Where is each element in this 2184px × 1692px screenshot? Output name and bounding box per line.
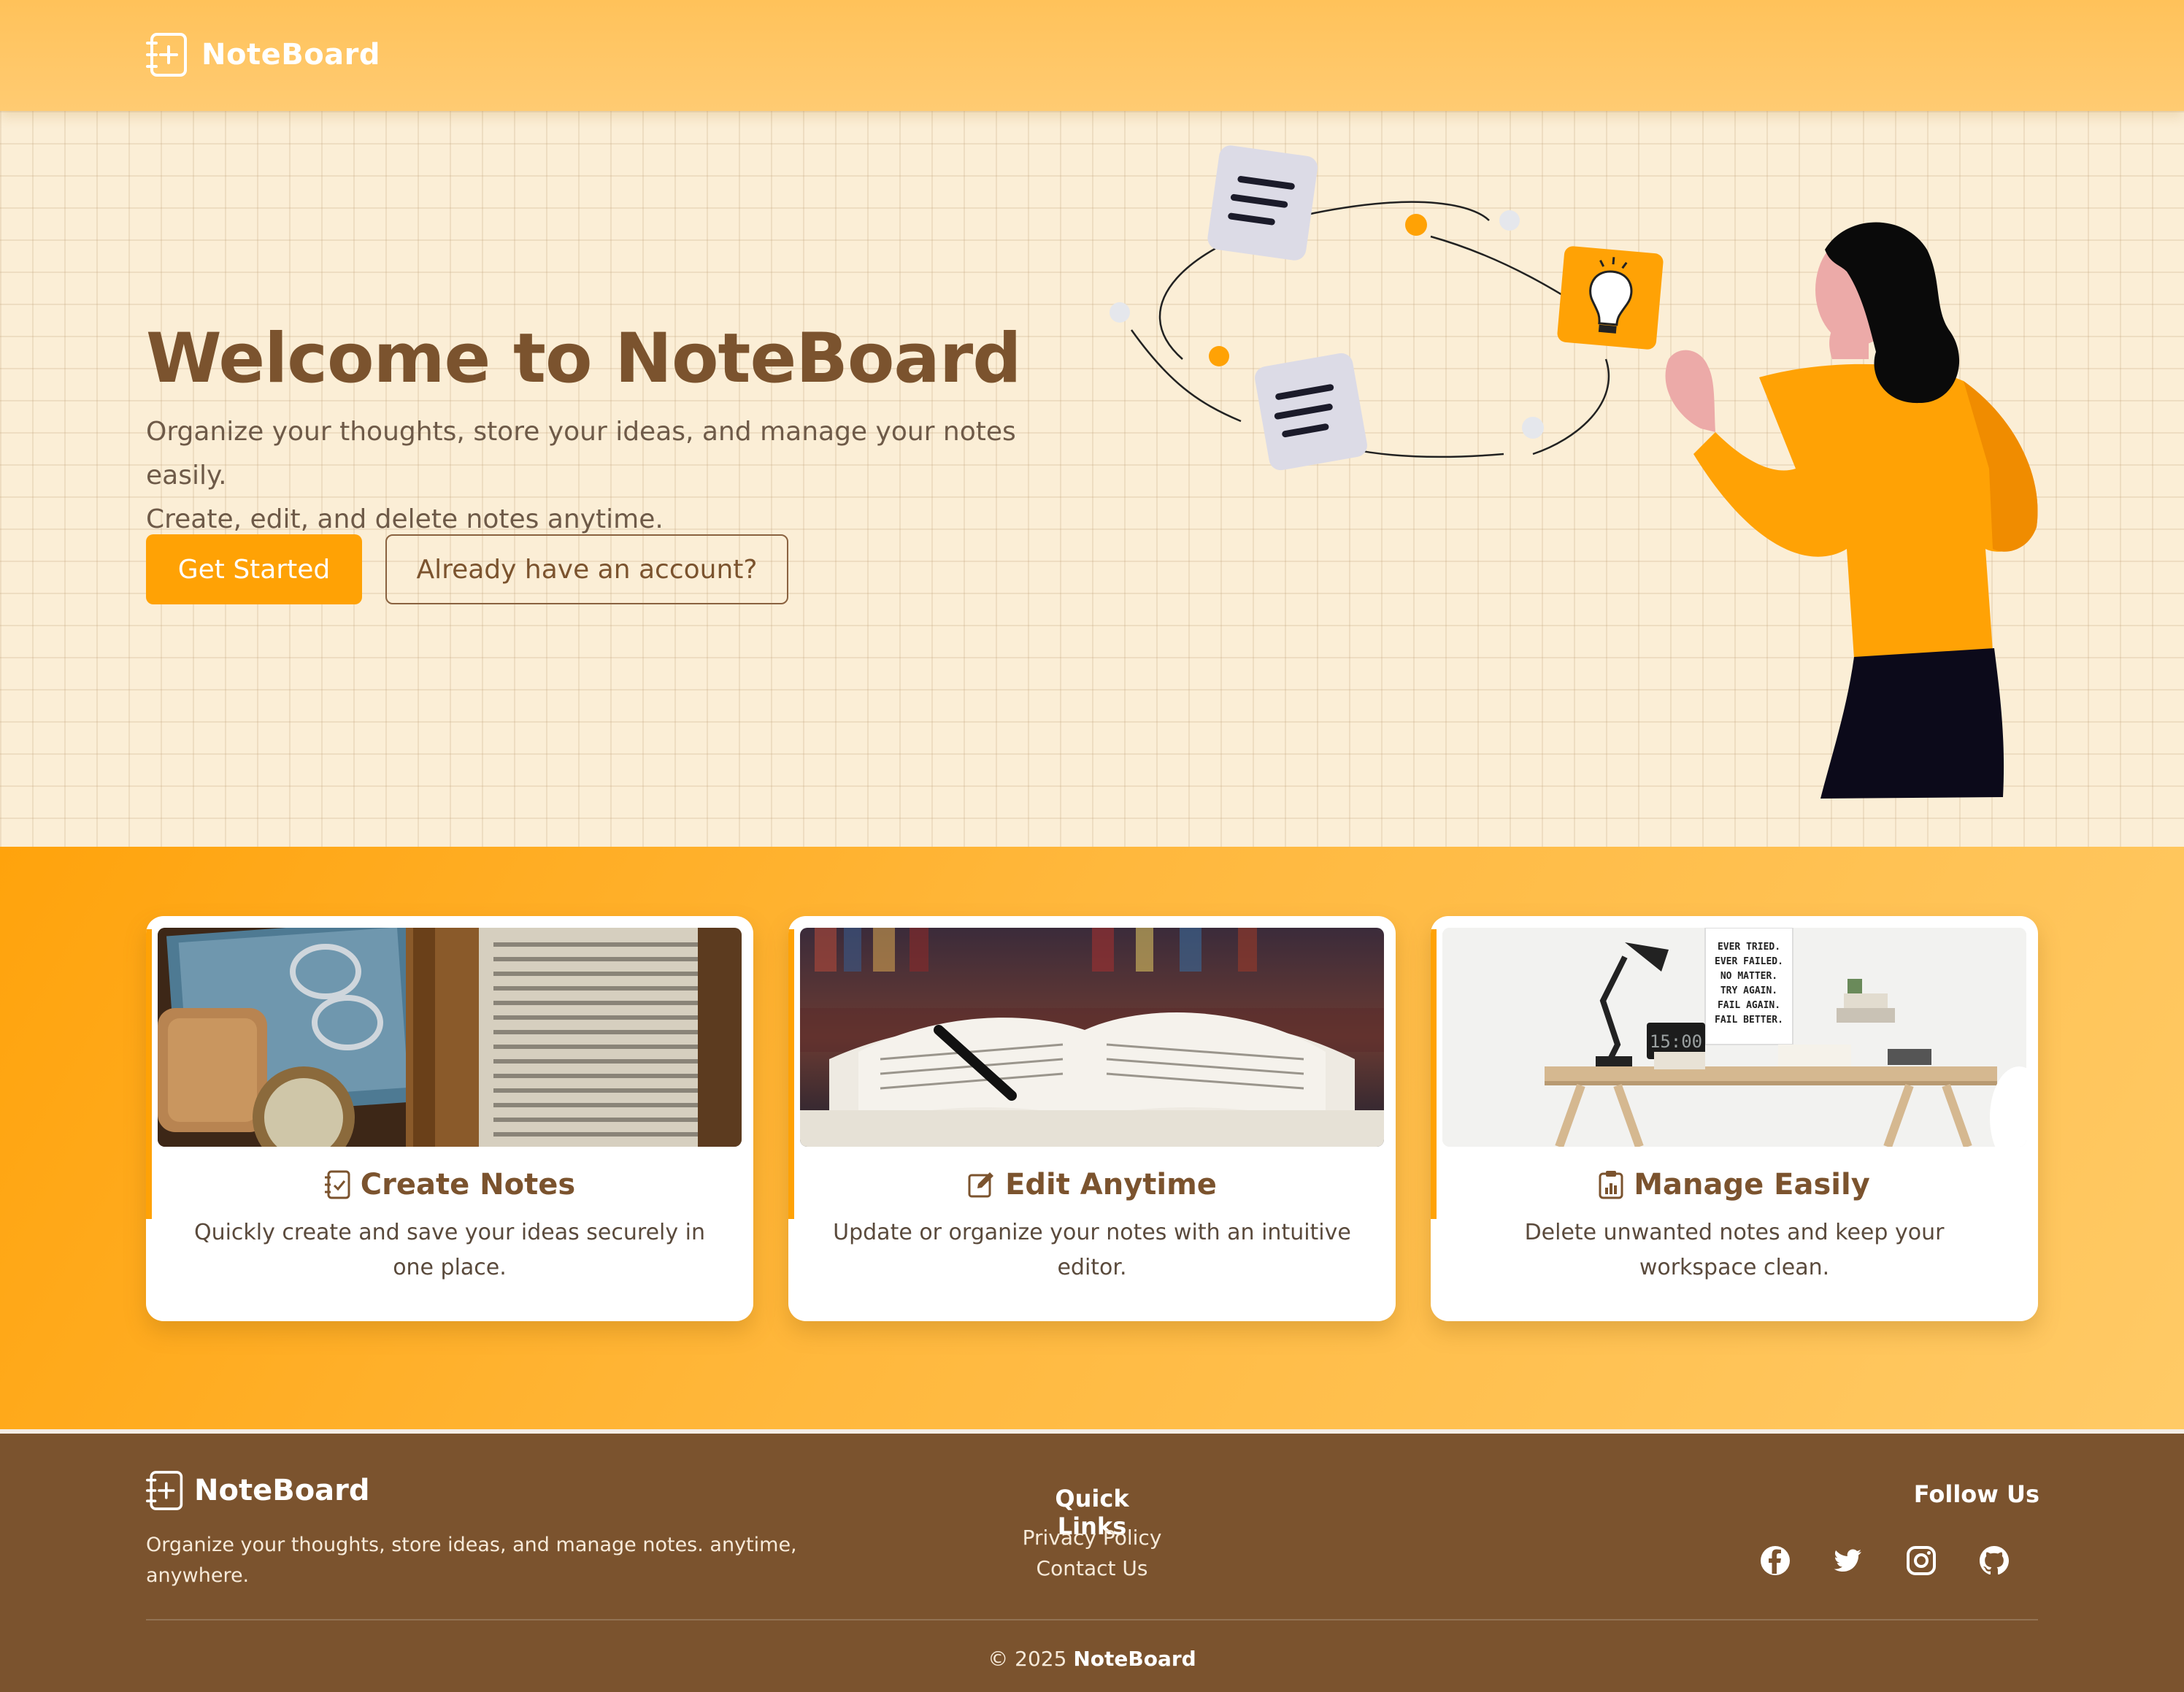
poster-line: EVER FAILED. xyxy=(1715,956,1783,967)
follow-us-title: Follow Us xyxy=(1913,1480,2039,1508)
feature-title-text: Manage Easily xyxy=(1634,1168,1870,1201)
clipboard-chart-icon xyxy=(1599,1171,1623,1199)
poster-line: EVER TRIED. xyxy=(1718,942,1780,953)
notebook-plus-icon xyxy=(146,1471,183,1510)
brand-name: NoteBoard xyxy=(201,38,381,72)
feature-image-open-book xyxy=(800,928,1384,1147)
twitter-icon[interactable] xyxy=(1831,1543,1866,1578)
get-started-button[interactable]: Get Started xyxy=(146,534,362,604)
feature-title-manage: Manage Easily xyxy=(1431,1168,2038,1201)
checklist-icon xyxy=(324,1170,350,1199)
copyright-brand: NoteBoard xyxy=(1073,1647,1196,1671)
footer-description: Organize your thoughts, store ideas, and… xyxy=(146,1534,797,1587)
feature-image-desk: EVER TRIED. EVER FAILED. NO MATTER. TRY … xyxy=(1442,928,2026,1147)
hero-illustration xyxy=(1110,145,2038,799)
feature-card-manage[interactable]: EVER TRIED. EVER FAILED. NO MATTER. TRY … xyxy=(1431,916,2038,1321)
feature-description: Quickly create and save your ideas secur… xyxy=(193,1220,706,1280)
footer: NoteBoard Organize your thoughts, store … xyxy=(0,1429,2184,1692)
footer-brand-name: NoteBoard xyxy=(194,1474,370,1507)
clock-text: 15:00 xyxy=(1650,1031,1702,1052)
feature-title-edit: Edit Anytime xyxy=(788,1168,1396,1201)
feature-image-books-glasses xyxy=(158,928,742,1147)
top-navbar: NoteBoard xyxy=(0,0,2184,111)
poster-line: TRY AGAIN. xyxy=(1720,985,1777,996)
feature-description: Update or organize your notes with an in… xyxy=(833,1220,1351,1280)
footer-divider xyxy=(146,1619,2038,1620)
feature-description: Delete unwanted notes and keep your work… xyxy=(1524,1220,1945,1280)
note-card-icon xyxy=(1207,145,1318,261)
hero-subtitle-line2: Create, edit, and delete notes anytime. xyxy=(146,504,664,534)
poster-line: FAIL BETTER. xyxy=(1715,1015,1783,1026)
privacy-policy-link[interactable]: Privacy Policy xyxy=(983,1526,1201,1550)
feature-title-create: Create Notes xyxy=(146,1168,753,1201)
hero-title: Welcome to NoteBoard xyxy=(146,319,1022,399)
copyright: © 2025 NoteBoard xyxy=(0,1647,2184,1671)
features-section: Create Notes Quickly create and save you… xyxy=(0,847,2184,1429)
feature-card-edit[interactable]: Edit Anytime Update or organize your not… xyxy=(788,916,1396,1321)
poster-line: FAIL AGAIN. xyxy=(1718,1000,1780,1011)
copyright-text: © 2025 xyxy=(988,1647,1067,1671)
hero-section: Welcome to NoteBoard Organize your thoug… xyxy=(0,111,2184,847)
feature-title-text: Edit Anytime xyxy=(1005,1168,1217,1201)
notebook-plus-icon xyxy=(146,33,187,77)
feature-title-text: Create Notes xyxy=(360,1168,576,1201)
poster-line: NO MATTER. xyxy=(1720,971,1777,982)
github-icon[interactable] xyxy=(1977,1543,2012,1578)
footer-brand[interactable]: NoteBoard xyxy=(146,1470,370,1511)
contact-us-link[interactable]: Contact Us xyxy=(983,1556,1201,1580)
edit-icon xyxy=(968,1172,994,1198)
facebook-icon[interactable] xyxy=(1758,1543,1793,1578)
brand-logo[interactable]: NoteBoard xyxy=(146,32,380,77)
login-link-button[interactable]: Already have an account? xyxy=(385,534,788,604)
hero-subtitle-line1: Organize your thoughts, store your ideas… xyxy=(146,417,1016,491)
hero-subtitle: Organize your thoughts, store your ideas… xyxy=(146,410,1095,542)
instagram-icon[interactable] xyxy=(1904,1543,1939,1578)
feature-card-create[interactable]: Create Notes Quickly create and save you… xyxy=(146,916,753,1321)
